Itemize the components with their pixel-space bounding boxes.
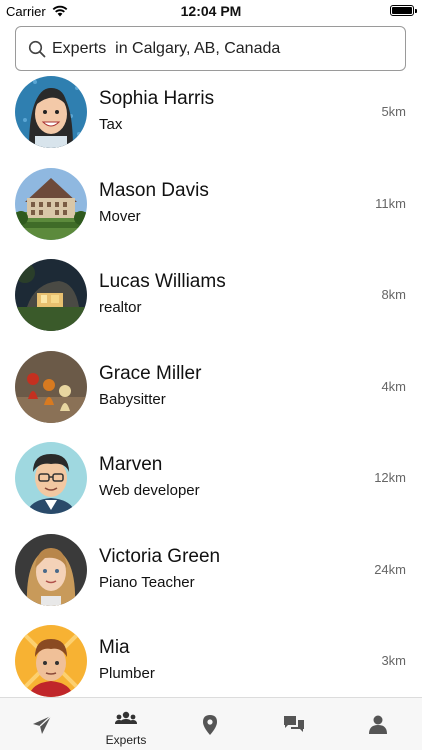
user-icon	[369, 715, 387, 734]
status-time: 12:04 PM	[180, 3, 242, 19]
search-query: Experts in Calgary, AB, Canada	[52, 40, 280, 58]
expert-role: Tax	[99, 116, 123, 133]
avatar	[15, 442, 87, 514]
search-icon	[28, 40, 46, 57]
expert-name: Sophia Harris	[99, 88, 215, 109]
tab-send[interactable]	[0, 698, 84, 751]
avatar	[15, 259, 87, 331]
avatar	[15, 167, 87, 240]
tab-profile[interactable]	[336, 698, 420, 751]
tab-experts-label: Experts	[105, 733, 147, 747]
expert-role: Web developer	[99, 482, 200, 499]
expert-role: Babysitter	[99, 390, 166, 408]
location-pin-icon	[203, 715, 217, 735]
avatar	[15, 625, 87, 697]
list-item[interactable]: Victoria Green Piano Teacher 24km	[0, 533, 422, 626]
expert-role: realtor	[99, 299, 142, 316]
expert-distance: 5km	[381, 104, 406, 119]
expert-name: Mason Davis	[99, 179, 209, 201]
expert-distance: 3km	[381, 653, 406, 668]
search-field[interactable]: Experts in Calgary, AB, Canada	[15, 26, 406, 71]
status-bar: Carrier 12:04 PM	[0, 0, 422, 22]
expert-distance: 4km	[381, 378, 406, 394]
list-item[interactable]: Mason Davis Mover 11km	[0, 167, 422, 260]
group-icon	[115, 711, 137, 724]
tab-experts[interactable]: Experts	[84, 698, 168, 751]
avatar	[15, 76, 87, 148]
experts-list: Sophia Harris Tax 5km Mason Davis Mover …	[0, 76, 422, 717]
expert-distance: 12km	[374, 470, 406, 485]
list-item[interactable]: Sophia Harris Tax 5km	[0, 76, 422, 168]
expert-name: Marven	[99, 454, 163, 475]
tab-messages[interactable]	[252, 698, 336, 751]
expert-role: Plumber	[99, 665, 155, 682]
expert-distance: 11km	[375, 195, 406, 211]
tab-bar: Experts	[0, 697, 422, 750]
avatar	[15, 533, 87, 606]
expert-name: Victoria Green	[99, 545, 221, 567]
expert-role: Piano Teacher	[99, 573, 195, 591]
battery-icon	[390, 5, 417, 16]
expert-role: Mover	[99, 207, 141, 225]
list-item[interactable]: Lucas Williams realtor 8km	[0, 259, 422, 351]
list-item[interactable]: Marven Web developer 12km	[0, 442, 422, 534]
send-icon	[33, 715, 52, 734]
search-location: in Calgary, AB, Canada	[106, 39, 281, 57]
search-label: Experts	[52, 39, 107, 57]
expert-name: Lucas Williams	[99, 271, 226, 292]
expert-name: Mia	[99, 637, 130, 658]
expert-name: Grace Miller	[99, 362, 202, 384]
expert-distance: 24km	[374, 561, 406, 577]
expert-distance: 8km	[381, 287, 406, 302]
list-item[interactable]: Grace Miller Babysitter 4km	[0, 350, 422, 443]
avatar	[15, 350, 87, 423]
tab-location[interactable]	[168, 698, 252, 751]
chat-icon	[284, 716, 304, 732]
